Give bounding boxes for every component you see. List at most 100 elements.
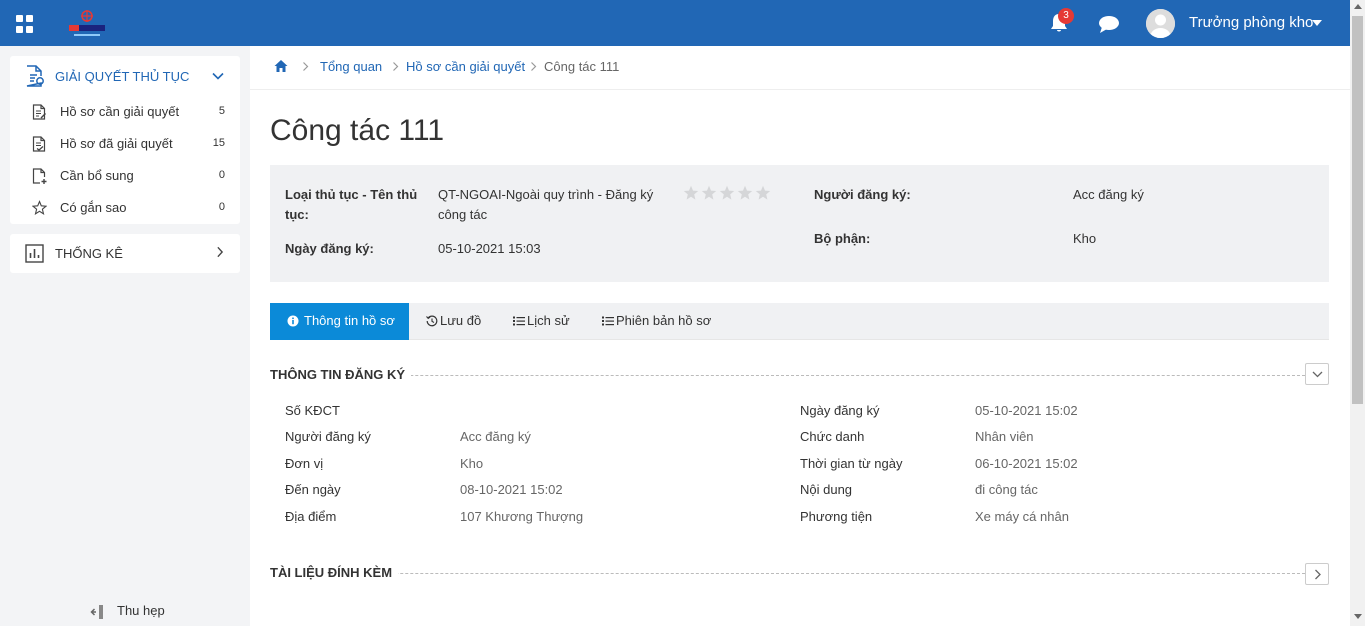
section-divider: [270, 573, 1305, 574]
sidebar-item-label: Hồ sơ cần giải quyết: [60, 104, 180, 119]
tab-record-info[interactable]: Thông tin hồ sơ: [270, 303, 409, 340]
document-check-icon: [32, 136, 46, 152]
user-avatar-icon: [1146, 9, 1175, 38]
apps-grid-icon[interactable]: [16, 15, 34, 33]
rating-star-icon[interactable]: [737, 185, 753, 201]
breadcrumb-separator-icon: [531, 62, 537, 71]
sidebar-item-label: Có gắn sao: [60, 200, 127, 215]
sidebar-group-statistics: THỐNG KÊ: [10, 234, 240, 273]
tab-history[interactable]: Lịch sử: [502, 303, 580, 340]
star-outline-icon: [32, 200, 47, 215]
tab-label: Thông tin hồ sơ: [304, 313, 395, 328]
field-label: Đến ngày: [285, 482, 341, 497]
top-bar: 3 Trưởng phòng kho: [0, 0, 1350, 46]
chevron-right-icon[interactable]: [214, 246, 226, 258]
tab-flowchart[interactable]: Lưu đồ: [415, 303, 490, 340]
field-label: Số KĐCT: [285, 403, 340, 418]
sidebar-group-title: GIẢI QUYẾT THỦ TỤC: [55, 69, 190, 84]
avatar[interactable]: [1146, 9, 1175, 38]
user-menu[interactable]: Trưởng phòng kho: [1189, 14, 1313, 31]
department-value: Kho: [1073, 231, 1097, 246]
sidebar-item-label: Cần bổ sung: [60, 168, 134, 183]
field-label: Ngày đăng ký: [800, 403, 880, 418]
registration-collapse-toggle[interactable]: [1305, 363, 1329, 385]
sidebar-item-supplement[interactable]: Cần bổ sung 0: [10, 160, 240, 192]
sidebar: GIẢI QUYẾT THỦ TỤC Hồ sơ cần giải quyết …: [0, 46, 250, 626]
sidebar-stats-header[interactable]: THỐNG KÊ: [10, 234, 240, 274]
department-label: Bộ phận:: [814, 231, 871, 246]
summary-panel: Loại thủ tục - Tên thủ tục: QT-NGOAI-Ngo…: [270, 165, 1329, 282]
rating-star-icon[interactable]: [719, 185, 735, 201]
sidebar-item-label: Hồ sơ đã giải quyết: [60, 136, 173, 151]
tab-label: Lịch sử: [527, 313, 570, 328]
field-value: Acc đăng ký: [460, 429, 531, 444]
document-settings-icon: [26, 65, 44, 87]
tab-record-versions[interactable]: Phiên bản hồ sơ: [591, 303, 721, 340]
rating-star-icon[interactable]: [755, 185, 771, 201]
field-label: Người đăng ký: [285, 429, 371, 444]
notification-badge: 3: [1058, 8, 1074, 24]
page-scrollbar[interactable]: [1350, 0, 1365, 626]
tab-label: Phiên bản hồ sơ: [616, 313, 712, 328]
chevron-down-icon[interactable]: [212, 70, 224, 82]
field-label: Chức danh: [800, 429, 865, 444]
star-rating[interactable]: [683, 185, 771, 203]
collapse-left-icon: [90, 605, 103, 619]
field-label: Địa điểm: [285, 509, 337, 524]
sidebar-item-resolved[interactable]: Hồ sơ đã giải quyết 15: [10, 128, 240, 160]
field-label: Đơn vị: [285, 456, 324, 471]
field-value: Xe máy cá nhân: [975, 509, 1069, 524]
breadcrumb-separator-icon: [393, 62, 399, 71]
attachments-expand-toggle[interactable]: [1305, 563, 1329, 585]
rating-star-icon[interactable]: [701, 185, 717, 201]
sidebar-stats-title: THỐNG KÊ: [55, 246, 123, 261]
sidebar-item-count: 5: [218, 105, 225, 117]
tab-bar: Thông tin hồ sơ Lưu đồ Lịch sử Phiên bản…: [270, 303, 1329, 340]
registration-date-value: 05-10-2021 15:03: [438, 241, 541, 256]
field-value: 08-10-2021 15:02: [460, 482, 563, 497]
scroll-up-arrow-icon[interactable]: [1354, 4, 1362, 9]
procedure-type-value: QT-NGOAI-Ngoài quy trình - Đăng ký công …: [438, 187, 654, 222]
field-value: Nhân viên: [975, 429, 1034, 444]
list-icon: [602, 316, 614, 326]
procedure-type-label: Loại thủ tục - Tên thủ tục:: [285, 187, 418, 222]
chat-icon[interactable]: [1098, 14, 1120, 34]
attachments-section-title: TÀI LIỆU ĐÍNH KÈM: [270, 565, 399, 580]
breadcrumb-link-pending[interactable]: Hồ sơ cần giải quyết: [406, 59, 525, 74]
chevron-down-icon: [1312, 371, 1323, 378]
scroll-down-arrow-icon[interactable]: [1354, 614, 1362, 619]
sidebar-item-pending[interactable]: Hồ sơ cần giải quyết 5: [10, 96, 240, 128]
field-label: Thời gian từ ngày: [800, 456, 903, 471]
document-edit-icon: [32, 104, 46, 120]
caret-down-icon[interactable]: [1312, 20, 1322, 26]
info-circle-icon: [287, 315, 299, 327]
sidebar-group-procedures: GIẢI QUYẾT THỦ TỤC Hồ sơ cần giải quyết …: [10, 56, 240, 224]
tab-label: Lưu đồ: [440, 313, 482, 328]
page-title: Công tác 111: [270, 114, 445, 147]
section-divider: [270, 375, 1305, 376]
sidebar-item-count: 15: [212, 137, 225, 149]
sidebar-item-starred[interactable]: Có gắn sao 0: [10, 192, 240, 224]
registrant-value: Acc đăng ký: [1073, 187, 1144, 202]
history-icon: [426, 315, 438, 327]
field-label: Phương tiện: [800, 509, 873, 524]
main-content: Tổng quan Hồ sơ cần giải quyết Công tác …: [250, 46, 1350, 626]
chevron-right-icon: [1315, 569, 1321, 580]
breadcrumb-separator-icon: [303, 62, 309, 71]
field-value: đi công tác: [975, 482, 1038, 497]
field-label: Nội dung: [800, 482, 853, 497]
list-icon: [513, 316, 525, 326]
rating-star-icon[interactable]: [683, 185, 699, 201]
registrant-label: Người đăng ký:: [814, 187, 911, 202]
breadcrumb: Tổng quan Hồ sơ cần giải quyết Công tác …: [250, 46, 1350, 90]
home-icon[interactable]: [274, 59, 288, 73]
breadcrumb-link-overview[interactable]: Tổng quan: [320, 59, 382, 74]
document-add-icon: [32, 168, 47, 184]
registration-date-label: Ngày đăng ký:: [285, 241, 374, 256]
company-logo[interactable]: [66, 8, 108, 40]
sidebar-group-header[interactable]: GIẢI QUYẾT THỦ TỤC: [10, 56, 240, 96]
chart-bar-icon: [25, 244, 44, 263]
scroll-thumb[interactable]: [1352, 16, 1363, 404]
field-value: 06-10-2021 15:02: [975, 456, 1078, 471]
registration-section-title: THÔNG TIN ĐĂNG KÝ: [270, 367, 412, 382]
